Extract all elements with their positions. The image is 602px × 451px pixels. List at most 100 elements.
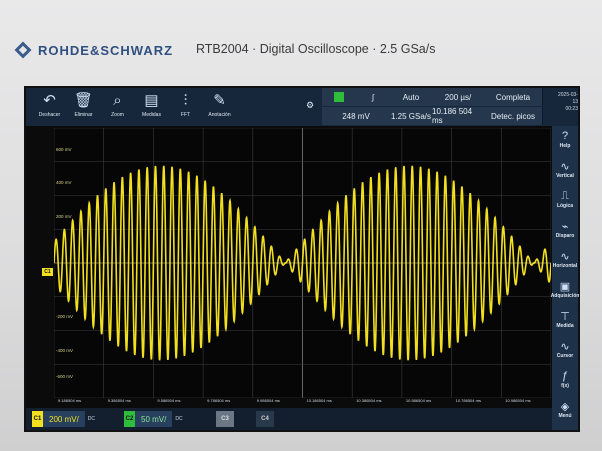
- top-toolbar: ↶ Deshacer 🗑 Eliminar ⌕ Zoom ▤ Medidas ⫶…: [26, 88, 578, 126]
- undo-button[interactable]: ↶ Deshacer: [34, 90, 65, 124]
- acquisition-state[interactable]: Completa: [484, 88, 543, 106]
- oscilloscope-photo: ROHDE&SCHWARZ RTB2004 · Digital Oscillos…: [0, 0, 602, 451]
- x-tick-label: 10.586504 ms: [405, 398, 432, 403]
- channel-c3[interactable]: C3: [216, 411, 234, 427]
- y-label-neg200: -200 mV: [56, 314, 74, 319]
- c1-scale: 200 mV/: [43, 411, 85, 427]
- sidebar-item-help[interactable]: ? Help: [552, 130, 578, 149]
- y-label-neg600: -600 mV: [56, 374, 74, 379]
- sidebar-item-logic[interactable]: ⎍ Lógica: [552, 190, 578, 209]
- zoom-label: Zoom: [111, 112, 124, 118]
- channel-c2[interactable]: C2 50 mV/ DC: [124, 411, 183, 427]
- sidebar-item-menu[interactable]: ◈ Menú: [552, 400, 578, 419]
- logic-icon: ⎍: [561, 190, 569, 202]
- sidebar-label: Disparo: [555, 233, 575, 239]
- sidebar-item-acquisition[interactable]: ▣ Adquisición: [550, 280, 580, 299]
- sidebar-item-function[interactable]: ƒ f(x): [552, 370, 578, 389]
- x-tick-label: 10.786504 ms: [455, 398, 481, 403]
- trigger-icon: ⌁: [561, 221, 569, 233]
- x-tick-label: 10.986504 ms: [505, 398, 531, 403]
- sidebar-label: Adquisición: [550, 293, 580, 299]
- sample-rate[interactable]: 1.25 GSa/s: [390, 107, 433, 125]
- y-label-200: 200 mV: [56, 214, 72, 219]
- sidebar-label: Cursor: [556, 353, 574, 359]
- annotation-label: Anotación: [208, 112, 231, 118]
- graticule: [54, 128, 551, 398]
- y-label-neg400: -400 mV: [56, 348, 74, 353]
- sidebar-label: Vertical: [556, 173, 574, 179]
- measure-icon: ⊤: [560, 311, 570, 323]
- scope-screen: ↶ Deshacer 🗑 Eliminar ⌕ Zoom ▤ Medidas ⫶…: [24, 86, 580, 432]
- waveform-display[interactable]: 600 mV 400 mV 200 mV -200 mV -400 mV -60…: [54, 128, 551, 398]
- horizontal-icon: ∿: [560, 251, 570, 263]
- c1-coupling: DC: [87, 416, 96, 422]
- trigger-level[interactable]: 248 mV: [322, 107, 391, 125]
- c4-tag: C4: [256, 411, 274, 427]
- trash-icon: 🗑: [73, 92, 94, 109]
- channel-bar: C1 200 mV/ DC C2 50 mV/ DC C3 C4: [26, 408, 552, 430]
- y-label-400: 400 mV: [56, 180, 72, 185]
- channel-c4[interactable]: C4: [256, 411, 274, 427]
- pen-icon: ✎: [213, 92, 226, 109]
- channel-color-indicator[interactable]: [322, 88, 357, 106]
- x-tick-label: 9.386504 ms: [107, 398, 131, 403]
- brand-logo-icon: [14, 41, 32, 59]
- sidebar-label: Help: [559, 143, 571, 149]
- status-panel: ∫ Auto 200 µs/ Completa 248 mV 1.25 GSa/…: [322, 88, 578, 126]
- x-tick-label: 10.186504 ms: [306, 398, 332, 403]
- x-tick-label: 9.786504 ms: [207, 398, 231, 403]
- x-axis-labels: 9.186504 ms 9.386504 ms 9.586504 ms 9.78650…: [54, 398, 551, 408]
- sidebar-label: f(x): [561, 383, 569, 389]
- sidebar-item-measure[interactable]: ⊤ Medida: [552, 310, 578, 329]
- annotation-button[interactable]: ✎ Anotación: [204, 90, 235, 124]
- measure-label: Medidas: [142, 112, 161, 118]
- zoom-button[interactable]: ⌕ Zoom: [102, 90, 133, 124]
- sidebar-label: Lógica: [556, 203, 574, 209]
- sidebar-label: Horizontal: [552, 263, 578, 269]
- acquisition-icon: ▣: [559, 281, 571, 293]
- fft-label: FFT: [180, 112, 191, 118]
- right-sidebar: ? Help ∿ Vertical ⎍ Lógica ⌁ Disparo ∿ Horizontal…: [550, 126, 580, 430]
- time-text: 00:23: [565, 106, 578, 112]
- meter-icon: ▤: [144, 92, 159, 109]
- brand-name: ROHDE&SCHWARZ: [38, 42, 174, 58]
- undo-label: Deshacer: [38, 112, 61, 118]
- vertical-icon: ∿: [560, 161, 570, 173]
- trigger-mode[interactable]: Auto: [390, 88, 433, 106]
- x-tick-label: 10.386504 ms: [356, 398, 382, 403]
- fft-button[interactable]: ⫶ FFT: [170, 90, 201, 124]
- fft-icon: ⫶: [183, 91, 188, 109]
- acquisition-mode[interactable]: Detec. picos: [484, 107, 543, 125]
- product-title: RTB2004 · Digital Oscilloscope · 2.5 GSa…: [196, 42, 436, 56]
- help-icon: ?: [561, 130, 569, 142]
- function-icon: ƒ: [561, 370, 569, 382]
- c2-scale: 50 mV/: [135, 411, 173, 427]
- delete-button[interactable]: 🗑 Eliminar: [68, 90, 99, 124]
- delete-label: Eliminar: [74, 112, 93, 118]
- y-label-600: 600 mV: [56, 147, 72, 152]
- trigger-slope[interactable]: ∫: [356, 88, 391, 106]
- zoom-icon: ⌕: [113, 91, 122, 109]
- c2-coupling: DC: [175, 416, 183, 422]
- sidebar-item-vertical[interactable]: ∿ Vertical: [552, 160, 578, 179]
- device-bezel: ROHDE&SCHWARZ RTB2004 · Digital Oscillos…: [0, 0, 602, 78]
- slope-rising-icon: ∫: [371, 92, 375, 102]
- c1-tag: C1: [32, 411, 43, 427]
- datetime: 2025-03-13 00:23: [554, 88, 578, 130]
- time-scale[interactable]: 200 µs/: [432, 88, 485, 106]
- channel-c1[interactable]: C1 200 mV/ DC: [32, 411, 95, 427]
- sidebar-item-cursor[interactable]: ∿ Cursor: [552, 340, 578, 359]
- c3-tag: C3: [216, 411, 234, 427]
- brand-area: ROHDE&SCHWARZ: [14, 41, 173, 59]
- sidebar-item-horizontal[interactable]: ∿ Horizontal: [552, 250, 578, 269]
- menu-icon: ◈: [560, 401, 570, 413]
- c1-offset-marker[interactable]: C1: [42, 268, 53, 276]
- time-position[interactable]: 10.186 504 ms: [432, 107, 485, 125]
- settings-icon[interactable]: ⚙: [306, 100, 316, 110]
- sidebar-label: Medida: [556, 323, 574, 329]
- sidebar-item-trigger[interactable]: ⌁ Disparo: [552, 220, 578, 239]
- x-tick-label: 9.186504 ms: [58, 398, 82, 403]
- measure-button[interactable]: ▤ Medidas: [136, 90, 167, 124]
- undo-icon: ↶: [43, 92, 56, 109]
- sidebar-label: Menú: [558, 413, 572, 419]
